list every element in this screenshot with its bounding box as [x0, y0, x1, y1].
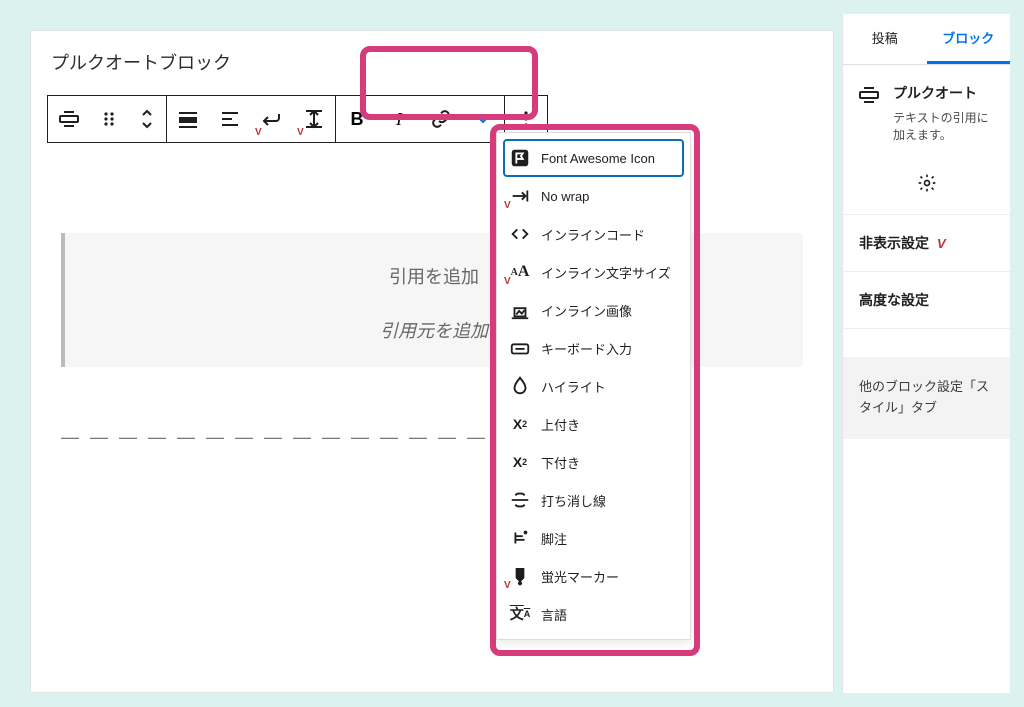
- sidebar-section-hidden[interactable]: 非表示設定 V: [843, 215, 1010, 272]
- align-full-button[interactable]: [167, 96, 209, 142]
- tab-block[interactable]: ブロック: [927, 14, 1011, 64]
- sidebar-notice: 他のブロック設定「スタイル」タブ: [843, 357, 1010, 439]
- vertical-arrows-icon: [302, 107, 326, 131]
- sidebar-block-header: プルクオート テキストの引用に加えます。: [843, 65, 1010, 153]
- sidebar-section-advanced[interactable]: 高度な設定: [843, 272, 1010, 329]
- toolbar-group-style: V V: [166, 95, 336, 143]
- section-label: 高度な設定: [859, 290, 929, 310]
- vk-option-2-button[interactable]: V: [293, 96, 335, 142]
- pullquote-icon: [857, 83, 881, 107]
- tab-post[interactable]: 投稿: [843, 14, 927, 64]
- align-left-button[interactable]: [209, 96, 251, 142]
- move-icon: [135, 107, 159, 131]
- drag-icon: [97, 107, 121, 131]
- return-icon: [260, 107, 284, 131]
- sidebar-block-desc: テキストの引用に加えます。: [893, 109, 996, 143]
- sidebar-styles-tab-button[interactable]: [843, 153, 1010, 215]
- align-full-icon: [176, 107, 200, 131]
- align-button[interactable]: [48, 96, 90, 142]
- align-left-icon: [218, 107, 242, 131]
- vk-badge-icon: V: [297, 127, 304, 138]
- annotation-highlight-toolbar: [360, 46, 538, 120]
- vk-badge-icon: V: [255, 127, 262, 138]
- vk-option-1-button[interactable]: V: [251, 96, 293, 142]
- annotation-highlight-menu: [490, 124, 700, 656]
- settings-sidebar: 投稿 ブロック プルクオート テキストの引用に加えます。 非表示設定 V 高度な…: [842, 14, 1010, 693]
- vk-badge-icon: V: [937, 236, 946, 251]
- pullquote-icon: [57, 107, 81, 131]
- move-arrows-button[interactable]: [128, 96, 166, 142]
- drag-handle-button[interactable]: [90, 96, 128, 142]
- sidebar-tabs: 投稿 ブロック: [843, 14, 1010, 65]
- editor-canvas: プルクオートブロック: [30, 30, 834, 693]
- toolbar-group-block: [47, 95, 167, 143]
- section-label: 非表示設定: [859, 233, 929, 253]
- sidebar-block-title: プルクオート: [893, 83, 996, 103]
- gear-icon: [917, 173, 937, 193]
